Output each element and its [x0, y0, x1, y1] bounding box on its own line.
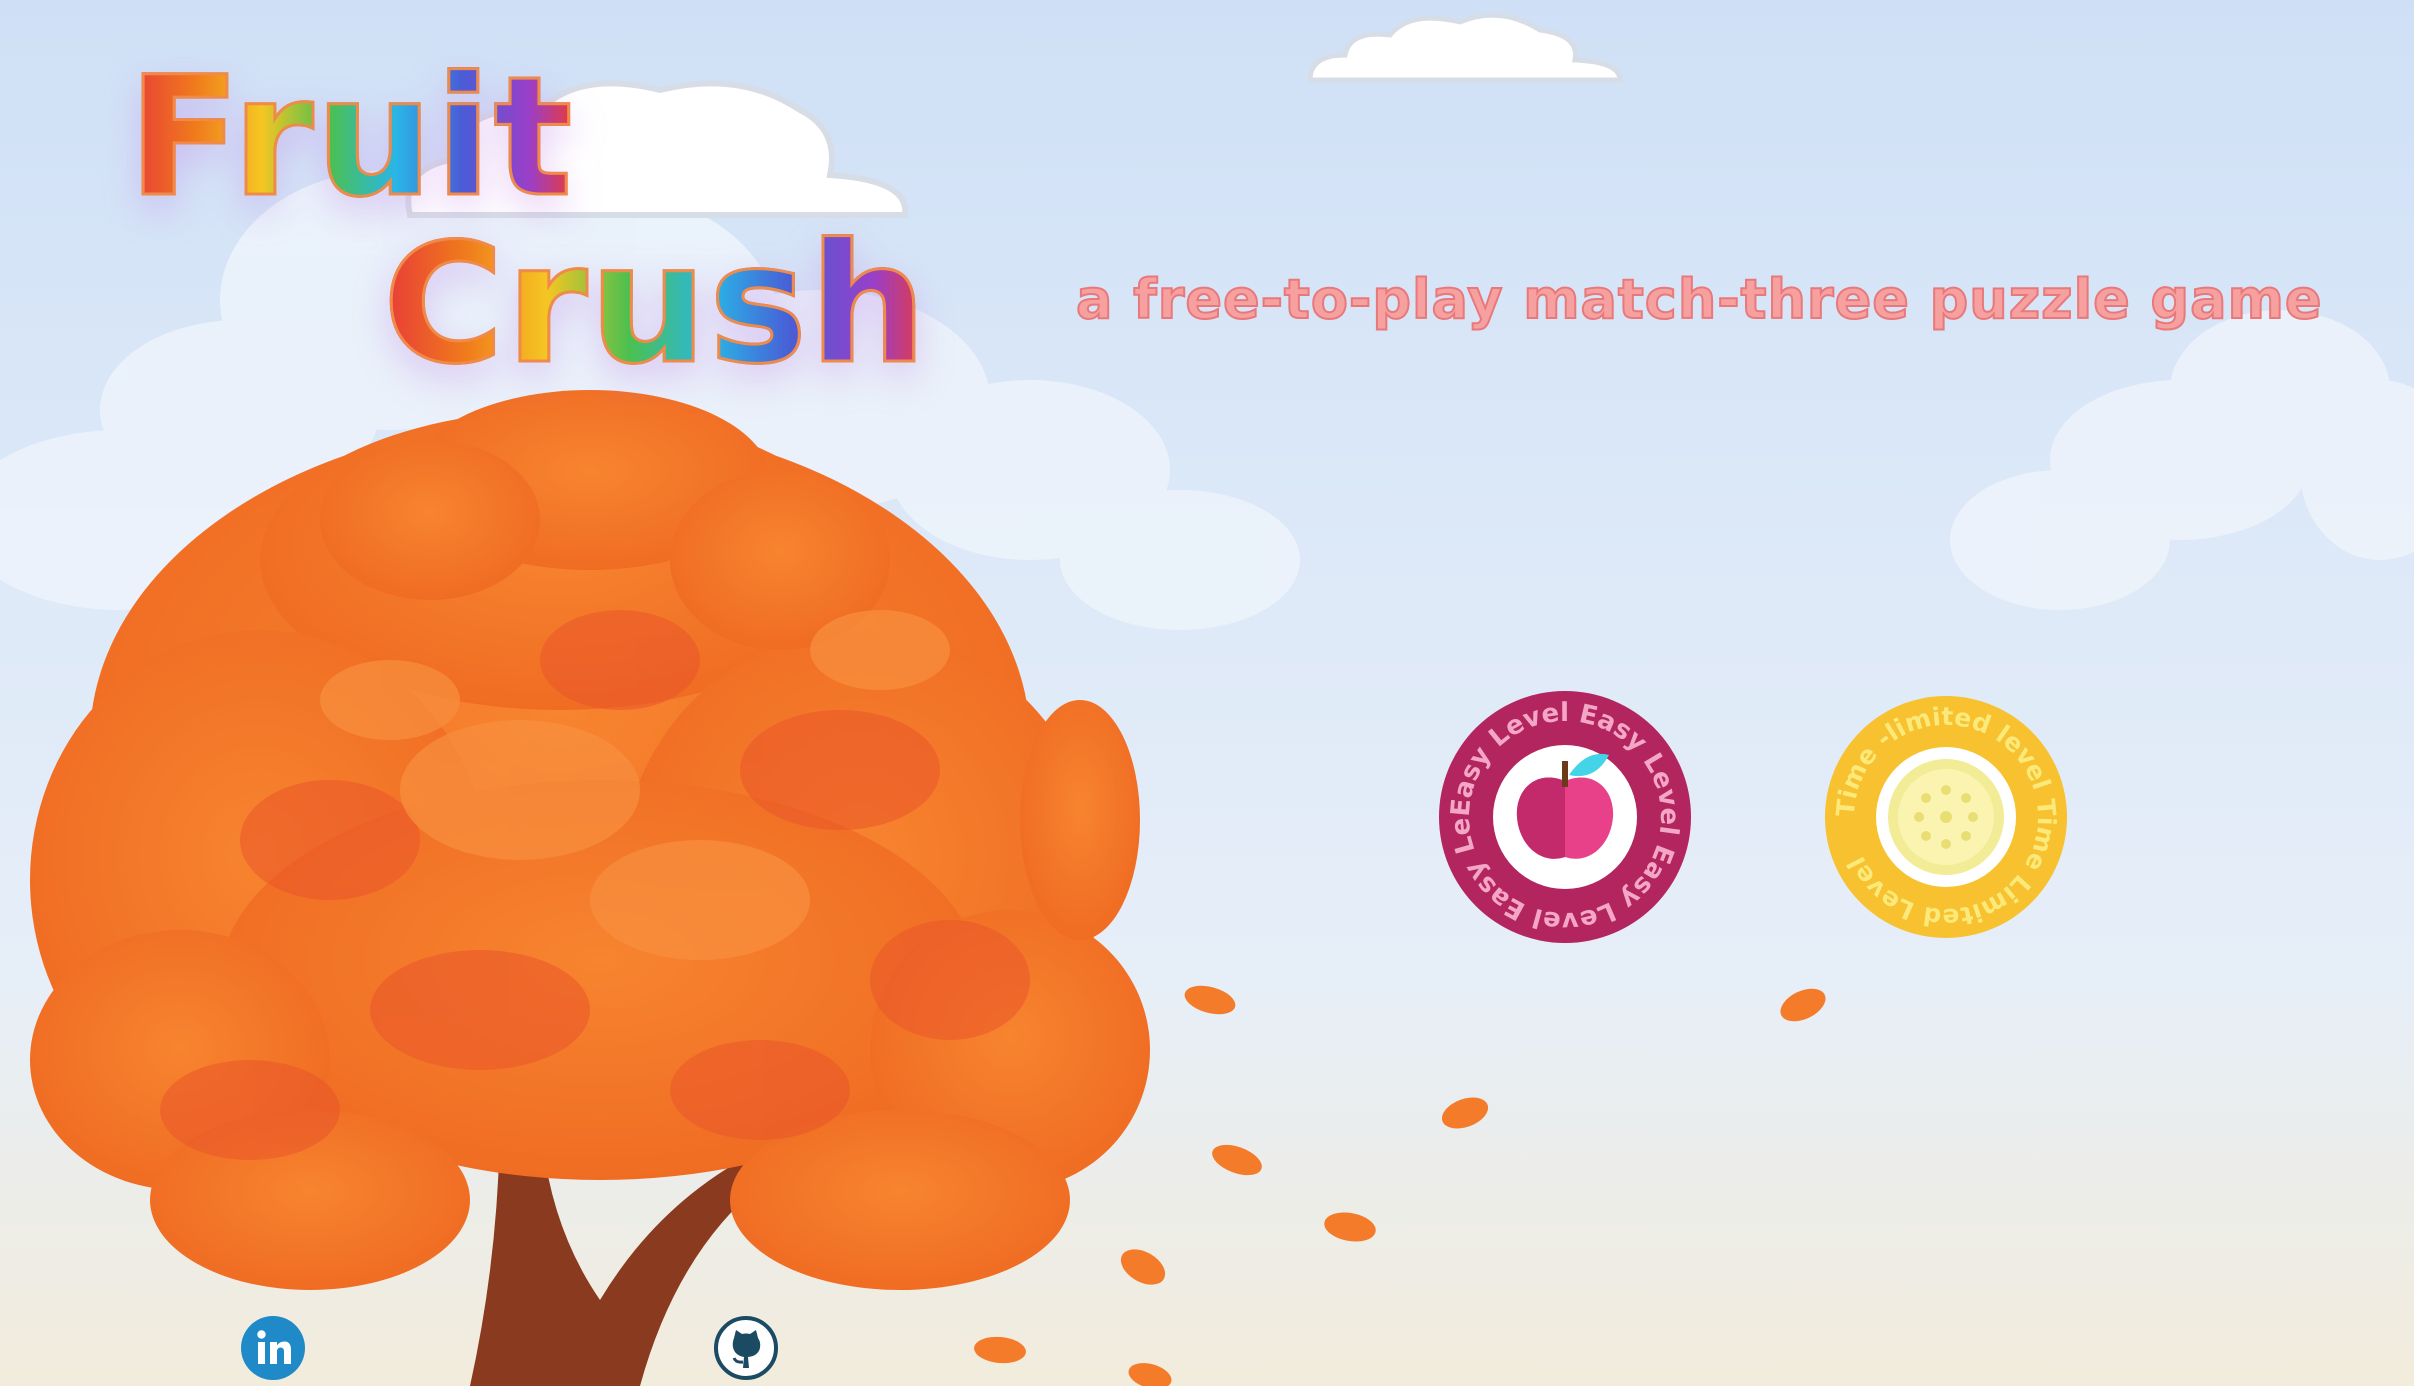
game-title-fruit: Fruit	[126, 41, 575, 233]
easy-level-button[interactable]: Easy Level Easy Level Easy Level Easy Le…	[1437, 689, 1693, 945]
time-limited-level-button[interactable]: Time -limited level Time Limited Level	[1823, 694, 2069, 940]
github-link[interactable]	[714, 1316, 778, 1380]
linkedin-icon	[241, 1316, 305, 1380]
cloud-top-center	[1307, 12, 1623, 83]
linkedin-link[interactable]	[241, 1316, 305, 1380]
game-title-crush: Crush	[382, 208, 929, 400]
lemon-slice-icon	[1888, 759, 2004, 875]
github-icon	[714, 1316, 778, 1380]
game-tagline: a free-to-play match-three puzzle game	[1075, 267, 2323, 332]
cloud-bank-right	[1950, 310, 2414, 610]
